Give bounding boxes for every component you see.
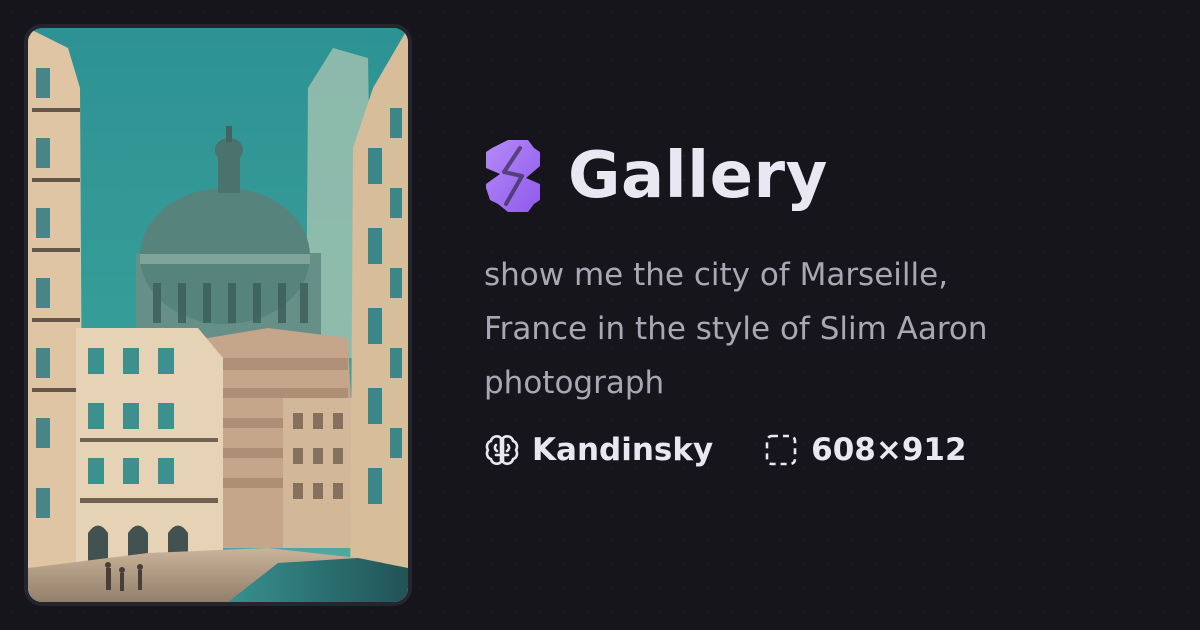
brain-icon — [485, 435, 519, 465]
page-title: Gallery — [568, 139, 828, 213]
dashed-square-icon — [765, 434, 797, 466]
image-prompt: show me the city of Marseille, France in… — [484, 257, 988, 401]
image-dimensions: 608×912 — [811, 432, 967, 468]
model-info: Kandinsky — [484, 432, 713, 468]
generated-image[interactable] — [28, 28, 408, 602]
gallery-logo-icon — [486, 140, 540, 212]
model-name: Kandinsky — [532, 432, 714, 468]
image-meta: Kandinsky 608×912 — [484, 432, 1164, 468]
artwork-frame — [24, 24, 412, 606]
content-panel: Gallery show me the city of Marseille, F… — [484, 130, 1164, 468]
dimension-info: 608×912 — [763, 432, 967, 468]
header: Gallery — [484, 130, 1164, 222]
